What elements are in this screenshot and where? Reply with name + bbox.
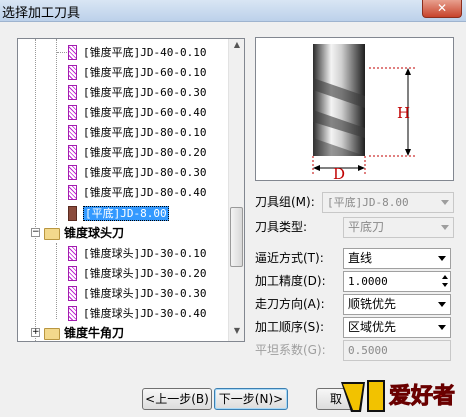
tool-type-label: 刀具类型: xyxy=(255,220,308,234)
tool-type-value: 平底刀 xyxy=(348,220,385,234)
watermark-text: 爱好者 xyxy=(389,383,455,409)
end-mill-diagram: H D xyxy=(312,44,416,183)
tool-group-value: [平底]JD-8.00 xyxy=(327,196,409,209)
order-select[interactable]: 区域优先 xyxy=(343,317,451,338)
chevron-down-icon xyxy=(441,225,449,230)
scroll-thumb[interactable] xyxy=(230,207,243,267)
order-value: 区域优先 xyxy=(348,320,397,334)
tool-icon xyxy=(68,206,77,221)
scroll-up-icon[interactable]: ▲ xyxy=(231,40,243,54)
tree-item-label: [平底]JD-8.00 xyxy=(83,206,169,221)
tool-type-select[interactable]: 平底刀 xyxy=(343,217,454,238)
chevron-down-icon xyxy=(438,325,446,330)
tree-group-ball[interactable]: 锥度球头刀 xyxy=(44,223,124,243)
tree-item[interactable]: [锥度平底]JD-80-0.30 xyxy=(48,162,206,182)
tree-group-bull[interactable]: 锥度牛角刀 xyxy=(44,323,125,341)
logo-graphic: 爱好者 xyxy=(341,380,456,412)
scroll-down-icon[interactable]: ▼ xyxy=(231,326,243,340)
title-bar: 选择加工刀具 ✕ xyxy=(0,0,466,22)
direction-label: 走刀方向(A): xyxy=(255,297,325,311)
tree-item-label: [锥度球头]JD-30-0.40 xyxy=(83,307,207,320)
precision-input[interactable]: 1.0000 xyxy=(343,271,451,292)
tool-icon xyxy=(68,125,77,140)
tool-icon xyxy=(68,165,77,180)
tool-icon xyxy=(68,306,77,321)
tree-item[interactable]: [锥度平底]JD-40-0.10 xyxy=(48,42,206,62)
spin-down-icon[interactable] xyxy=(442,283,448,287)
tree-item[interactable]: [锥度球头]JD-30-0.10 xyxy=(48,243,206,263)
tool-group-select[interactable]: [平底]JD-8.00 xyxy=(322,192,454,213)
chevron-down-icon xyxy=(441,200,449,205)
tool-icon xyxy=(68,185,77,200)
tree-item-label: [锥度平底]JD-60-0.30 xyxy=(83,86,207,99)
tree-item[interactable]: [锥度平底]JD-60-0.40 xyxy=(48,102,206,122)
direction-select[interactable]: 顺铣优先 xyxy=(343,294,451,315)
height-label: H xyxy=(397,104,410,122)
tree-item[interactable]: [锥度球头]JD-30-0.30 xyxy=(48,283,206,303)
chevron-down-icon xyxy=(438,302,446,307)
smooth-label: 平坦系数(G): xyxy=(255,343,326,357)
expand-toggle[interactable]: + xyxy=(31,328,40,337)
prev-button[interactable]: <上一步(B) xyxy=(142,388,212,410)
close-icon: ✕ xyxy=(436,1,448,15)
tree-item-label: [锥度平底]JD-80-0.20 xyxy=(83,146,207,159)
tree-item-label: [锥度平底]JD-80-0.40 xyxy=(83,186,207,199)
tool-icon xyxy=(68,65,77,80)
tool-icon xyxy=(68,145,77,160)
window-title: 选择加工刀具 xyxy=(2,6,81,21)
chevron-down-icon xyxy=(438,256,446,261)
tree-item-label: [锥度平底]JD-60-0.40 xyxy=(83,106,207,119)
tool-icon xyxy=(68,45,77,60)
precision-value: 1.0000 xyxy=(348,275,388,288)
precision-label: 加工精度(D): xyxy=(255,274,326,288)
tree-group-label: 锥度球头刀 xyxy=(64,226,125,240)
tree-guide-line xyxy=(35,39,36,341)
tree-item-label: [锥度球头]JD-30-0.10 xyxy=(83,247,207,260)
direction-value: 顺铣优先 xyxy=(348,297,397,311)
tree-scrollbar[interactable]: ▲ ▼ xyxy=(228,39,244,341)
tree-item-label: [锥度平底]JD-80-0.30 xyxy=(83,166,207,179)
smooth-input[interactable]: 0.5000 xyxy=(343,340,451,361)
tree-item[interactable]: [锥度平底]JD-60-0.30 xyxy=(48,82,206,102)
tool-icon xyxy=(68,85,77,100)
tool-preview: H D xyxy=(255,37,454,183)
tree-item-label: [锥度平底]JD-80-0.10 xyxy=(83,126,207,139)
tool-icon xyxy=(68,286,77,301)
tree-group-label: 锥度牛角刀 xyxy=(64,326,125,340)
tool-icon xyxy=(68,266,77,281)
tree-item[interactable]: [锥度平底]JD-80-0.10 xyxy=(48,122,206,142)
smooth-value: 0.5000 xyxy=(348,344,388,357)
tree-item-selected[interactable]: [平底]JD-8.00 xyxy=(48,203,169,223)
tree-item[interactable]: [锥度平底]JD-60-0.10 xyxy=(48,62,206,82)
approach-value: 直线 xyxy=(348,251,373,265)
tree-item-label: [锥度平底]JD-40-0.10 xyxy=(83,46,207,59)
tree-item-label: [锥度平底]JD-60-0.10 xyxy=(83,66,207,79)
next-button[interactable]: 下一步(N)> xyxy=(214,388,288,410)
tool-icon xyxy=(68,105,77,120)
tree-item-label: [锥度球头]JD-30-0.20 xyxy=(83,267,207,280)
diameter-label: D xyxy=(333,165,345,180)
order-label: 加工顺序(S): xyxy=(255,320,325,334)
approach-select[interactable]: 直线 xyxy=(343,248,451,269)
tree-item[interactable]: [锥度平底]JD-80-0.40 xyxy=(48,182,206,202)
tree-item[interactable]: [锥度球头]JD-30-0.20 xyxy=(48,263,206,283)
folder-icon xyxy=(44,327,60,340)
approach-label: 逼近方式(T): xyxy=(255,251,324,265)
close-button[interactable]: ✕ xyxy=(422,0,462,18)
tool-icon xyxy=(68,246,77,261)
tree-item[interactable]: [锥度球头]JD-30-0.40 xyxy=(48,303,206,323)
folder-icon xyxy=(44,227,60,240)
tool-tree[interactable]: [锥度平底]JD-40-0.10 [锥度平底]JD-60-0.10 [锥度平底]… xyxy=(17,38,245,342)
watermark-logo: 爱好者 xyxy=(337,372,465,417)
expand-toggle[interactable]: − xyxy=(31,228,40,237)
tree-item[interactable]: [锥度平底]JD-80-0.20 xyxy=(48,142,206,162)
tool-group-label: 刀具组(M): xyxy=(255,195,315,209)
spin-up-icon[interactable] xyxy=(442,275,448,279)
tree-item-label: [锥度球头]JD-30-0.30 xyxy=(83,287,207,300)
